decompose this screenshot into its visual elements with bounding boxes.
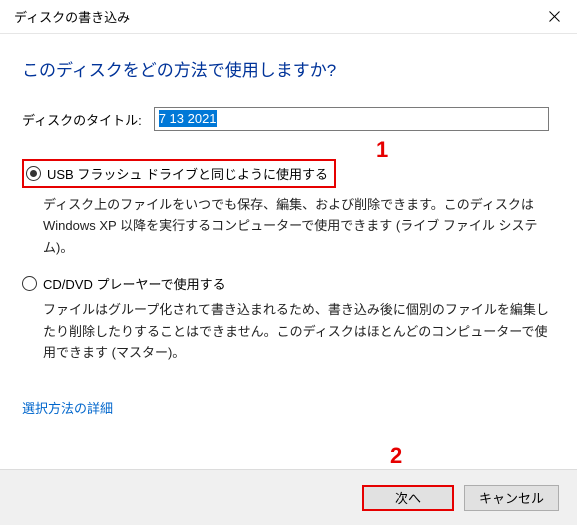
option-usb-flash-desc: ディスク上のファイルをいつでも保存、編集、および削除できます。このディスクは W… (22, 194, 549, 258)
cancel-button[interactable]: キャンセル (464, 485, 559, 511)
dialog-heading: このディスクをどの方法で使用しますか? (22, 56, 549, 81)
window-title: ディスクの書き込み (14, 7, 130, 26)
option-cd-dvd[interactable]: CD/DVD プレーヤーで使用する ファイルはグループ化されて書き込まれるため、… (22, 274, 549, 363)
dialog-footer: 次へ キャンセル (0, 469, 577, 525)
annotation-1: 1 (376, 137, 388, 163)
annotation-2: 2 (390, 443, 402, 469)
option-cd-dvd-desc: ファイルはグループ化されて書き込まれるため、書き込み後に個別のファイルを編集した… (22, 299, 549, 363)
disc-title-input-wrap: 7 13 2021 (154, 107, 549, 131)
disc-title-input[interactable]: 7 13 2021 (154, 107, 549, 131)
radio-usb-flash[interactable] (26, 166, 41, 181)
option-usb-flash-label: USB フラッシュ ドライブと同じように使用する (47, 164, 328, 183)
disc-title-value: 7 13 2021 (159, 110, 217, 127)
help-link[interactable]: 選択方法の詳細 (22, 398, 113, 417)
option-usb-flash[interactable]: 1 USB フラッシュ ドライブと同じように使用する ディスク上のファイルをいつ… (22, 159, 549, 258)
titlebar: ディスクの書き込み (0, 0, 577, 34)
option-cd-dvd-label: CD/DVD プレーヤーで使用する (43, 274, 226, 293)
close-button[interactable] (531, 0, 577, 34)
radio-cd-dvd[interactable] (22, 276, 37, 291)
disc-title-row: ディスクのタイトル: 7 13 2021 (22, 107, 549, 131)
next-button[interactable]: 次へ (362, 485, 454, 511)
close-icon (549, 11, 560, 22)
option-usb-flash-highlight: USB フラッシュ ドライブと同じように使用する (22, 159, 336, 188)
disc-title-label: ディスクのタイトル: (22, 110, 142, 129)
dialog-content: このディスクをどの方法で使用しますか? ディスクのタイトル: 7 13 2021… (0, 34, 577, 417)
